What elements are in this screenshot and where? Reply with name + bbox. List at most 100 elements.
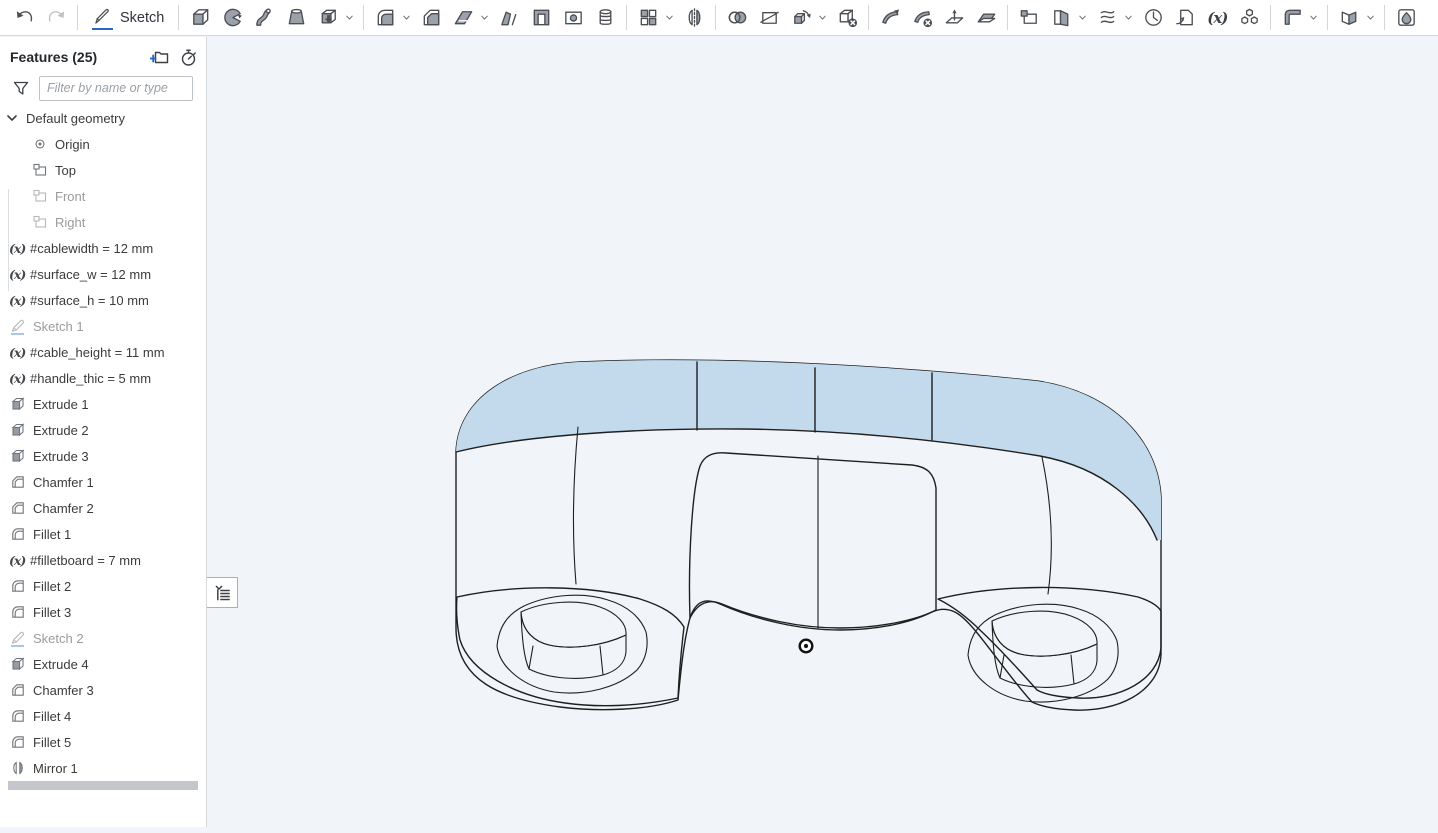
draft-button[interactable] xyxy=(451,6,475,30)
panel-toggle-button[interactable] xyxy=(207,577,238,608)
feature-label: Fillet 4 xyxy=(33,709,71,724)
draft-dropdown-chevron[interactable] xyxy=(477,6,491,30)
mirror-icon xyxy=(9,759,26,778)
delete-face-button[interactable] xyxy=(910,6,934,30)
rib-button[interactable] xyxy=(497,6,521,30)
feature-extrude-4[interactable]: Extrude 4 xyxy=(0,651,206,677)
feature-extrude-2[interactable]: Extrude 2 xyxy=(0,417,206,443)
feature-cablewidth-12-mm[interactable]: (x)#cablewidth = 12 mm xyxy=(0,235,206,261)
feature-chamfer-1[interactable]: Chamfer 1 xyxy=(0,469,206,495)
revolve-button[interactable] xyxy=(220,6,244,30)
part-top-face xyxy=(456,360,1161,540)
boolean-button[interactable] xyxy=(725,6,749,30)
plane-icon xyxy=(31,213,48,232)
feature-chamfer-2[interactable]: Chamfer 2 xyxy=(0,495,206,521)
feature-label: Top xyxy=(55,163,76,178)
transform-dropdown-chevron[interactable] xyxy=(815,6,829,30)
feature-surface-w-12-mm[interactable]: (x)#surface_w = 12 mm xyxy=(0,261,206,287)
curve-button[interactable] xyxy=(1049,6,1073,30)
feature-top[interactable]: Top xyxy=(0,157,206,183)
left-foot-boss[interactable] xyxy=(497,595,647,693)
chamfer-button[interactable] xyxy=(419,6,443,30)
sheet-metal-model-button[interactable] xyxy=(1280,6,1304,30)
loft-button[interactable] xyxy=(284,6,308,30)
feature-fillet-1[interactable]: Fillet 1 xyxy=(0,521,206,547)
linear-pattern-button[interactable] xyxy=(636,6,660,30)
delete-part-button[interactable] xyxy=(835,6,859,30)
feature-label: #filletboard = 7 mm xyxy=(30,553,141,568)
feature-label: #handle_thic = 5 mm xyxy=(30,371,151,386)
feature-filter-input[interactable] xyxy=(39,76,193,101)
feature-extrude-3[interactable]: Extrude 3 xyxy=(0,443,206,469)
feature-sketch-2[interactable]: Sketch 2 xyxy=(0,625,206,651)
chevron-down-icon[interactable] xyxy=(4,110,20,126)
feature-surface-h-10-mm[interactable]: (x)#surface_h = 10 mm xyxy=(0,287,206,313)
feature-filletboard-7-mm[interactable]: (x)#filletboard = 7 mm xyxy=(0,547,206,573)
feature-fillet-3[interactable]: Fillet 3 xyxy=(0,599,206,625)
feature-mirror-1[interactable]: Mirror 1 xyxy=(0,755,206,781)
feature-extrude-1[interactable]: Extrude 1 xyxy=(0,391,206,417)
feature-chamfer-3[interactable]: Chamfer 3 xyxy=(0,677,206,703)
sheet-metal-model-dropdown-chevron[interactable] xyxy=(1306,6,1320,30)
sweep-button[interactable] xyxy=(252,6,276,30)
helix-button[interactable] xyxy=(1095,6,1119,30)
features-scrollbar[interactable] xyxy=(8,781,198,790)
import-derived-button[interactable] xyxy=(1173,6,1197,30)
fillet-button[interactable] xyxy=(373,6,397,30)
feature-fillet-2[interactable]: Fillet 2 xyxy=(0,573,206,599)
transform-button[interactable] xyxy=(789,6,813,30)
thicken-button[interactable] xyxy=(316,6,340,30)
filter-row xyxy=(0,71,206,103)
curve-dropdown-chevron[interactable] xyxy=(1075,6,1089,30)
feature-fillet-4[interactable]: Fillet 4 xyxy=(0,703,206,729)
extrude-button[interactable] xyxy=(188,6,212,30)
feature-label: Fillet 1 xyxy=(33,527,71,542)
shell-button[interactable] xyxy=(529,6,553,30)
undo-button[interactable] xyxy=(12,6,36,30)
feature-fillet-5[interactable]: Fillet 5 xyxy=(0,729,206,755)
redo-button[interactable] xyxy=(44,6,68,30)
hole-button[interactable] xyxy=(561,6,585,30)
fillet-dropdown-chevron[interactable] xyxy=(399,6,413,30)
feature-right[interactable]: Right xyxy=(0,209,206,235)
feature-cable-height-11-mm[interactable]: (x)#cable_height = 11 mm xyxy=(0,339,206,365)
fillet-icon xyxy=(9,525,26,544)
helix-dropdown-chevron[interactable] xyxy=(1121,6,1135,30)
origin-marker[interactable] xyxy=(800,640,813,653)
feature-label: Right xyxy=(55,215,85,230)
feature-label: Chamfer 2 xyxy=(33,501,94,516)
feature-front[interactable]: Front xyxy=(0,183,206,209)
3d-viewport[interactable] xyxy=(0,0,1438,833)
appearance-button[interactable] xyxy=(1394,6,1418,30)
sheet-metal-flange-dropdown-chevron[interactable] xyxy=(1363,6,1377,30)
sketch-button[interactable]: Sketch xyxy=(92,6,164,30)
split-button[interactable] xyxy=(757,6,781,30)
feature-sketch-1[interactable]: Sketch 1 xyxy=(0,313,206,339)
offset-surface-button[interactable] xyxy=(942,6,966,30)
add-folder-icon[interactable] xyxy=(149,47,169,67)
dome-button[interactable] xyxy=(593,6,617,30)
feature-origin[interactable]: Origin xyxy=(0,131,206,157)
extend-surface-button[interactable] xyxy=(974,6,998,30)
sheet-metal-flange-button[interactable] xyxy=(1337,6,1361,30)
sphere-button[interactable] xyxy=(1141,6,1165,30)
toolbar-divider xyxy=(1270,5,1271,30)
part-model[interactable] xyxy=(456,360,1161,710)
custom-feature-button[interactable] xyxy=(1237,6,1261,30)
variable-icon: (x) xyxy=(9,267,30,282)
filter-funnel-icon[interactable] xyxy=(12,79,30,97)
feature-handle-thic-5-mm[interactable]: (x)#handle_thic = 5 mm xyxy=(0,365,206,391)
variable-button[interactable]: (x) xyxy=(1205,6,1229,30)
mirror-button[interactable] xyxy=(682,6,706,30)
feature-default-geometry[interactable]: Default geometry xyxy=(0,105,206,131)
thicken-dropdown-chevron[interactable] xyxy=(342,6,356,30)
move-face-button[interactable] xyxy=(878,6,902,30)
feature-toolbar: Sketch (x) xyxy=(0,0,1438,36)
plane-button[interactable] xyxy=(1017,6,1041,30)
toolbar-divider xyxy=(868,5,869,30)
part-inner-face xyxy=(689,453,936,628)
linear-pattern-dropdown-chevron[interactable] xyxy=(662,6,676,30)
measure-timer-icon[interactable] xyxy=(178,47,198,67)
sketch-icon xyxy=(9,317,26,336)
right-foot-boss[interactable] xyxy=(968,604,1118,702)
